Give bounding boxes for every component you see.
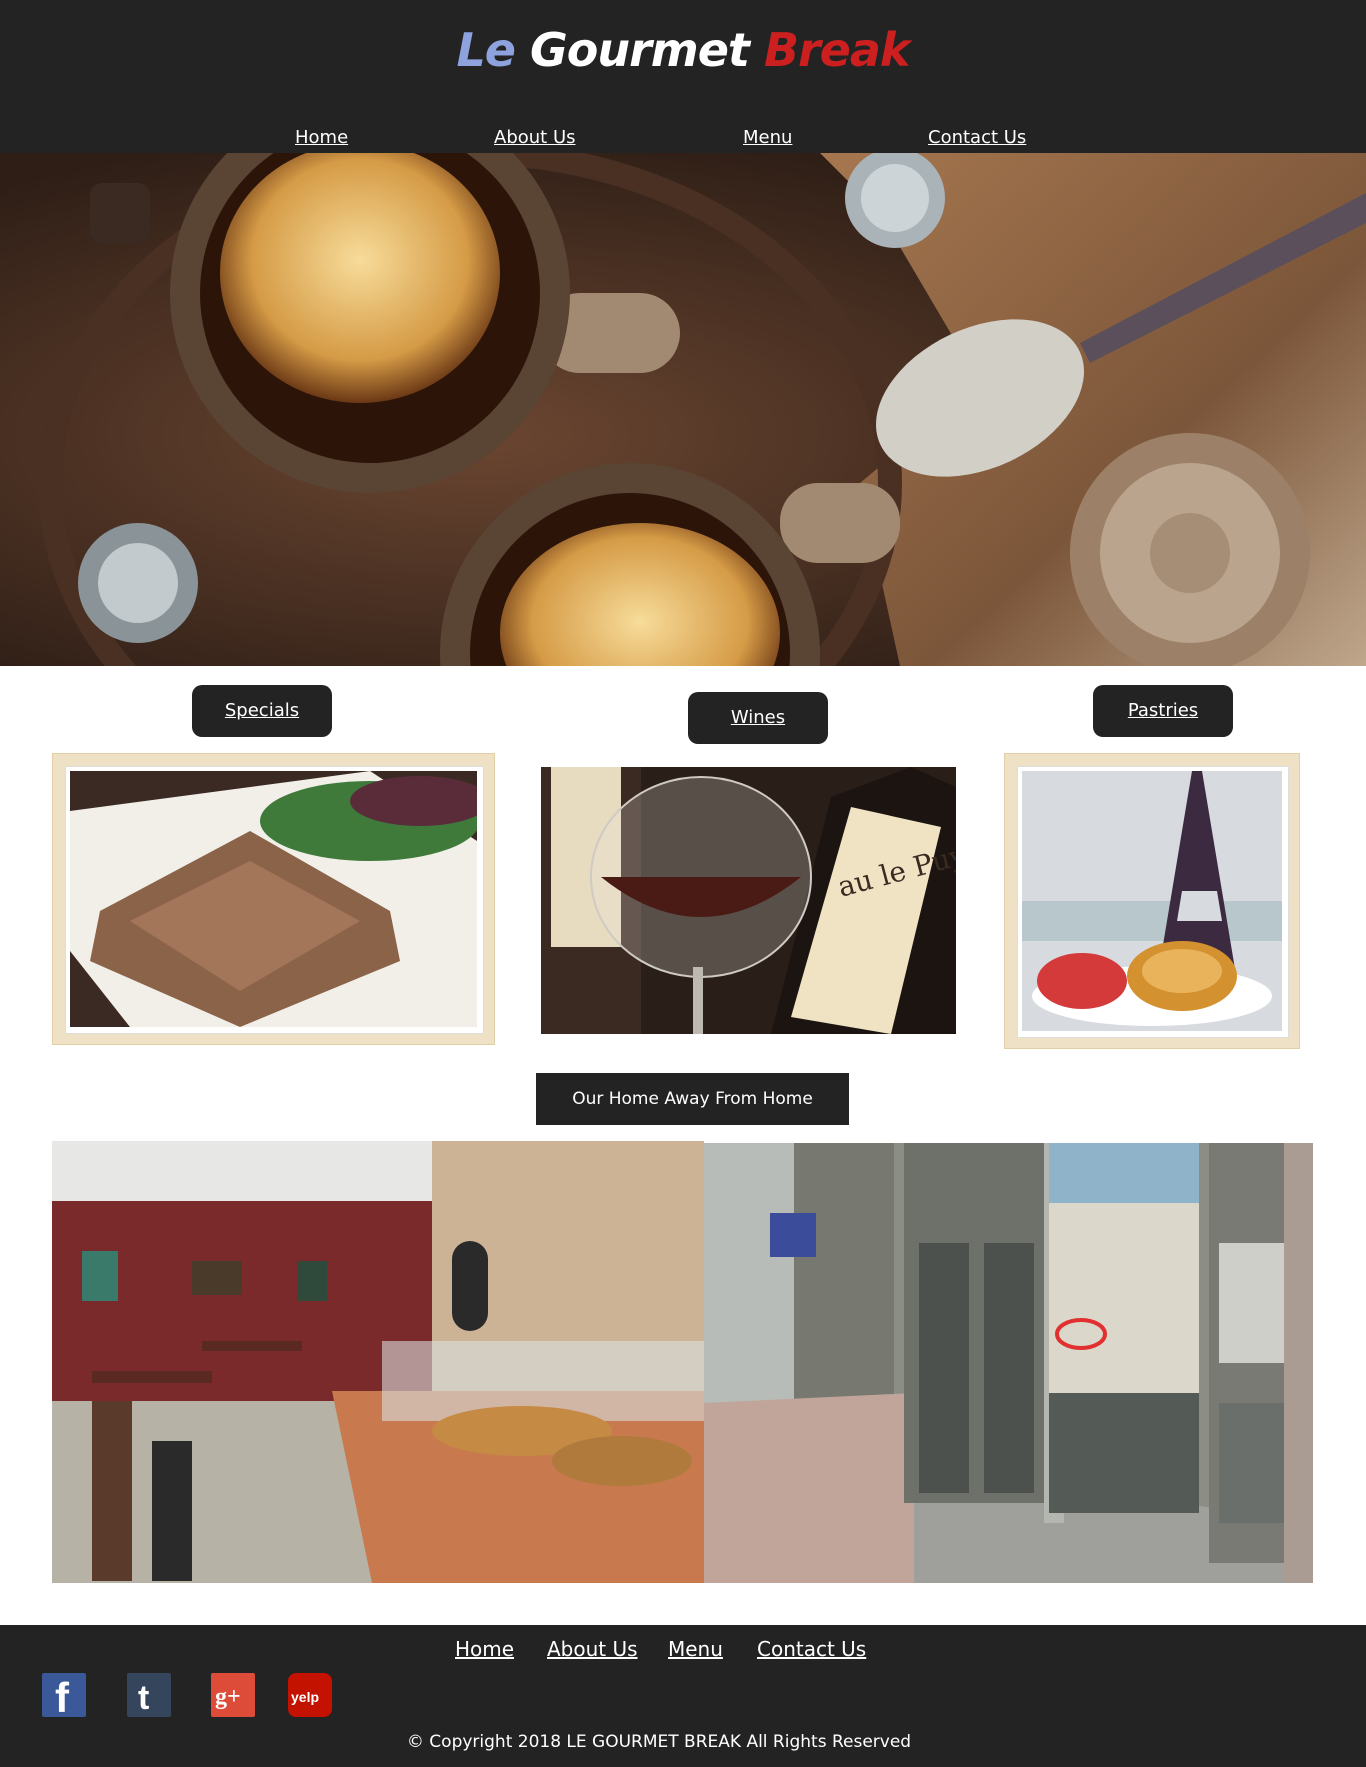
footer-contact-link[interactable]: Contact Us xyxy=(757,1636,866,1662)
specials-image-frame[interactable] xyxy=(52,753,495,1045)
nav-home-link[interactable]: Home xyxy=(295,126,348,150)
svg-text:yelp: yelp xyxy=(291,1689,319,1705)
svg-text:t: t xyxy=(138,1679,149,1717)
yelp-icon[interactable]: yelp xyxy=(288,1673,332,1717)
tumblr-icon[interactable]: t xyxy=(127,1673,171,1717)
hero-image xyxy=(0,153,1366,666)
svg-text:f: f xyxy=(55,1674,70,1717)
footer-home-link[interactable]: Home xyxy=(455,1636,514,1662)
home-away-label: Our Home Away From Home xyxy=(536,1073,849,1125)
logo-word-gourmet: Gourmet xyxy=(530,23,750,77)
nav-menu-link[interactable]: Menu xyxy=(743,126,792,150)
pastries-image-frame[interactable] xyxy=(1004,753,1300,1049)
google-plus-icon[interactable]: g+ xyxy=(211,1673,255,1717)
pastries-photo xyxy=(1022,771,1282,1031)
facebook-icon[interactable]: f xyxy=(42,1673,86,1717)
cafe-storefront-image xyxy=(704,1143,1313,1583)
svg-text:g+: g+ xyxy=(215,1684,241,1710)
nav-about-link[interactable]: About Us xyxy=(494,126,576,150)
copyright-text: © Copyright 2018 LE GOURMET BREAK All Ri… xyxy=(406,1732,912,1752)
logo-word-break: Break xyxy=(763,23,911,77)
wines-button[interactable]: Wines xyxy=(688,692,828,744)
cafe-interior-image xyxy=(52,1141,704,1583)
footer-about-link[interactable]: About Us xyxy=(547,1636,638,1662)
footer-menu-link[interactable]: Menu xyxy=(668,1636,723,1662)
specials-button[interactable]: Specials xyxy=(192,685,332,737)
site-logo[interactable]: Le Gourmet Break xyxy=(0,18,1366,82)
wines-image[interactable]: au le Puy xyxy=(541,767,956,1034)
pastries-button[interactable]: Pastries xyxy=(1093,685,1233,737)
nav-contact-link[interactable]: Contact Us xyxy=(928,126,1026,150)
crepe-photo xyxy=(70,771,477,1027)
logo-word-le: Le xyxy=(456,23,516,77)
